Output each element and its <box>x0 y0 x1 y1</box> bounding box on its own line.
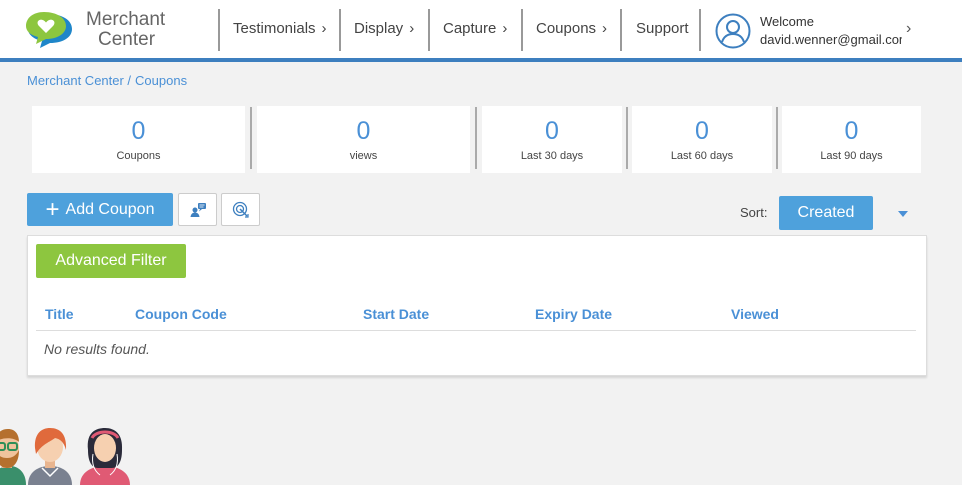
stat-last-60-days: 0 Last 60 days <box>632 106 772 173</box>
nav-divider <box>218 9 220 51</box>
stat-label: Last 60 days <box>670 150 734 162</box>
logo-text-line2: Center <box>98 29 156 50</box>
user-email: david.wenner@gmail.com <box>760 32 902 47</box>
user-message-icon <box>190 202 206 217</box>
stat-divider <box>776 107 778 169</box>
stat-value: 0 <box>844 117 859 145</box>
nav-divider <box>339 9 341 51</box>
column-header-viewed[interactable]: Viewed <box>731 306 779 322</box>
sort-value: Created <box>797 204 855 221</box>
nav-divider <box>699 9 701 51</box>
stat-label: Last 30 days <box>520 150 584 162</box>
nav-divider <box>620 9 622 51</box>
column-header-expiry-date[interactable]: Expiry Date <box>535 306 612 322</box>
chevron-right-icon: › <box>321 20 327 37</box>
caret-down-icon[interactable] <box>898 211 908 217</box>
breadcrumb-current[interactable]: Coupons <box>135 73 187 88</box>
table-divider <box>36 330 916 331</box>
user-avatar-icon <box>715 13 751 49</box>
empty-state-text: No results found. <box>44 341 150 357</box>
share-coupon-button[interactable] <box>178 193 217 226</box>
nav-display-label: Display <box>354 20 404 37</box>
nav-divider <box>521 9 523 51</box>
merchant-center-logo[interactable]: Merchant Center <box>26 10 186 52</box>
stat-value: 0 <box>356 117 371 145</box>
stat-last-90-days: 0 Last 90 days <box>782 106 921 173</box>
nav-capture-label: Capture <box>443 20 497 37</box>
column-header-title[interactable]: Title <box>45 306 74 322</box>
nav-divider <box>428 9 430 51</box>
nav-capture[interactable]: Capture › <box>443 20 507 37</box>
target-settings-button[interactable] <box>221 193 260 226</box>
column-header-start-date[interactable]: Start Date <box>363 306 429 322</box>
nav-coupons-label: Coupons <box>536 20 597 37</box>
stat-value: 0 <box>131 117 146 145</box>
nav-support[interactable]: Support <box>636 20 689 37</box>
nav-testimonials-label: Testimonials <box>233 20 316 37</box>
advanced-filter-button[interactable]: Advanced Filter <box>36 244 186 278</box>
chat-heart-logo-icon <box>26 12 72 48</box>
nav-testimonials[interactable]: Testimonials › <box>233 20 327 37</box>
add-coupon-label: Add Coupon <box>65 200 155 218</box>
top-header: Merchant Center Testimonials › Display ›… <box>0 0 962 62</box>
nav-coupons[interactable]: Coupons › <box>536 20 607 37</box>
people-illustration-icon <box>0 428 130 485</box>
coupons-panel: Advanced Filter Title Coupon Code Start … <box>27 235 927 376</box>
logo-text-line1: Merchant <box>86 9 166 30</box>
nav-support-label: Support <box>636 20 689 37</box>
chevron-right-icon[interactable]: › <box>906 20 911 38</box>
stat-label: views <box>349 150 378 162</box>
chevron-right-icon: › <box>502 20 508 37</box>
sort-label: Sort: <box>740 205 768 220</box>
stat-label: Last 90 days <box>820 150 883 162</box>
stat-divider <box>626 107 628 169</box>
welcome-text: Welcome <box>760 14 814 29</box>
stat-value: 0 <box>545 117 559 145</box>
sort-select[interactable]: Created <box>779 196 873 230</box>
breadcrumb-home[interactable]: Merchant Center / <box>27 73 131 88</box>
breadcrumb: Merchant Center / Coupons <box>27 73 187 88</box>
stat-label: Coupons <box>116 150 161 162</box>
plus-icon: + <box>45 195 60 223</box>
chevron-right-icon: › <box>602 20 608 37</box>
stat-coupons: 0 Coupons <box>32 106 245 173</box>
nav-display[interactable]: Display › <box>354 20 414 37</box>
add-coupon-button[interactable]: + Add Coupon <box>27 193 173 226</box>
column-header-coupon-code[interactable]: Coupon Code <box>135 306 227 322</box>
stat-value: 0 <box>695 117 709 145</box>
stat-divider <box>250 107 252 169</box>
chevron-right-icon: › <box>409 20 415 37</box>
stat-last-30-days: 0 Last 30 days <box>482 106 622 173</box>
target-icon <box>232 201 249 218</box>
stat-views: 0 views <box>257 106 470 173</box>
stat-divider <box>475 107 477 169</box>
